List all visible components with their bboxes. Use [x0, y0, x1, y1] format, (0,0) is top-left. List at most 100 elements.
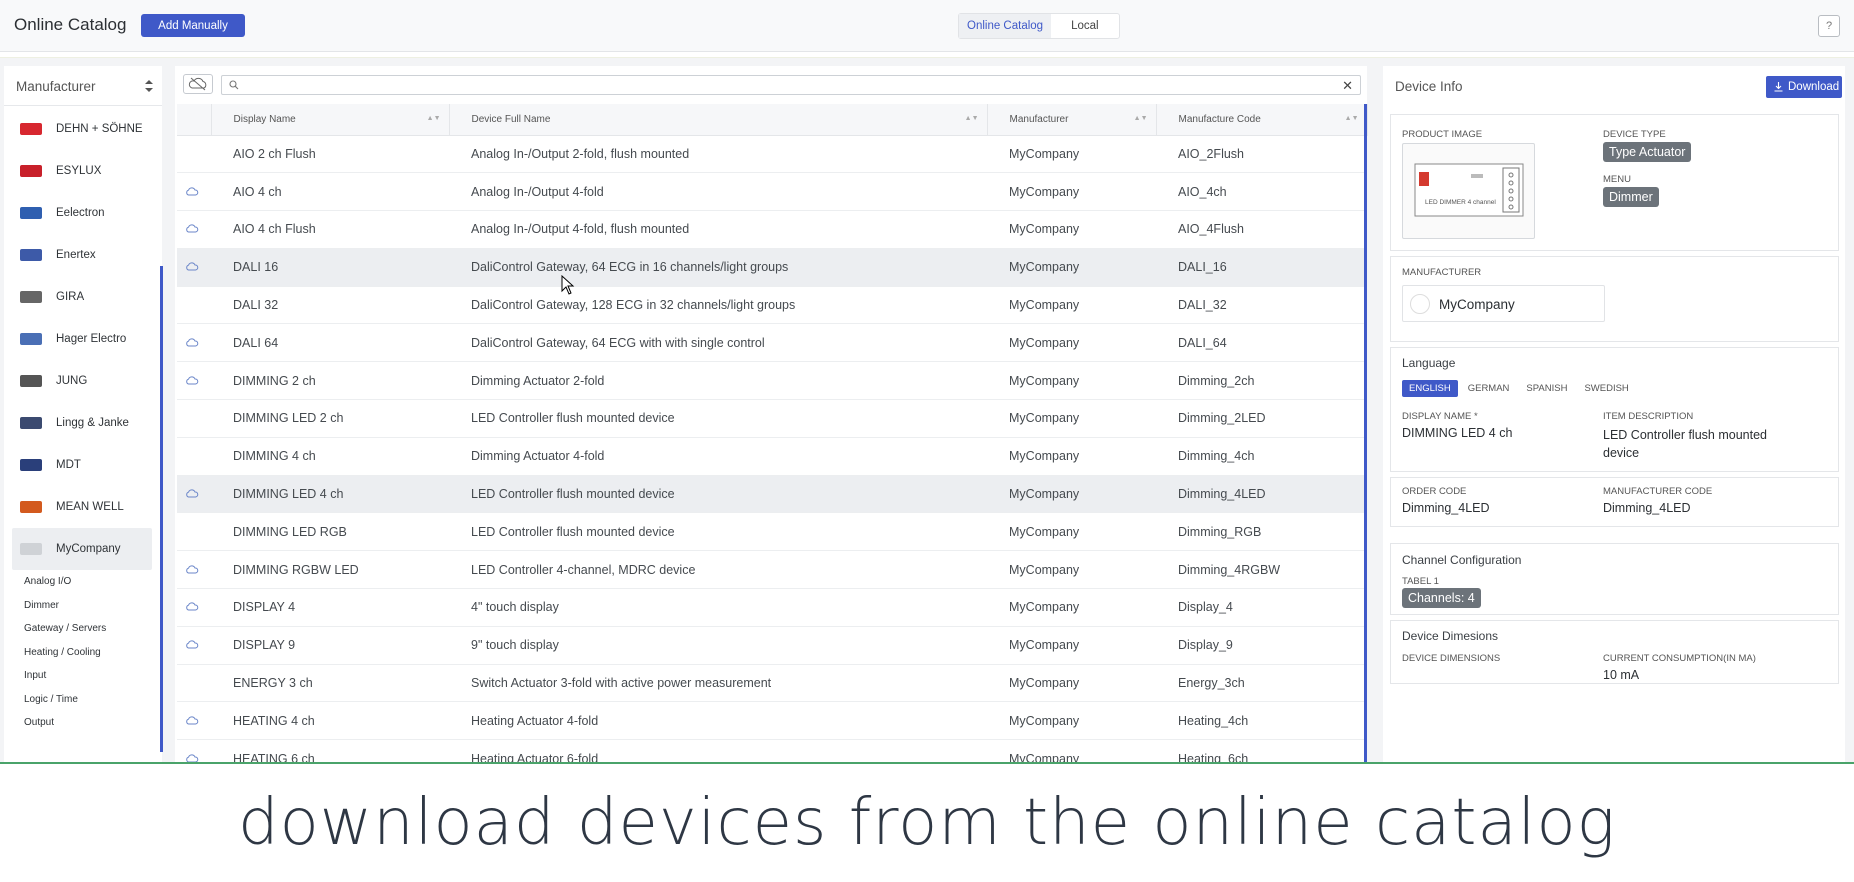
category-item[interactable]: Logic / Time	[24, 688, 162, 712]
table-row[interactable]: DIMMING 4 ch Dimming Actuator 4-fold MyCom…	[177, 437, 1367, 476]
dimensions-label: Device Dimensions	[1402, 653, 1501, 664]
download-button[interactable]: Download	[1766, 76, 1842, 98]
language-card: Language ENGLISH GERMAN SPANISH SWEDISH Dis…	[1390, 347, 1839, 472]
cloud-icon	[185, 336, 199, 350]
category-item[interactable]: Gateway / Servers	[24, 617, 162, 641]
manufacturer-code-label: Manufacturer Code	[1603, 486, 1713, 497]
code-cell: AIO_4ch	[1156, 172, 1367, 212]
item-description-value[interactable]: LED Controller flush mounted device	[1603, 426, 1793, 462]
display-name-cell: DALI 32	[211, 286, 449, 325]
table-row[interactable]: DALI 16 DaliControl Gateway, 64 ECG in 16…	[177, 248, 1367, 287]
table-row[interactable]: AIO 4 ch Flush Analog In-/Output 4-fold, …	[177, 210, 1367, 249]
sort-icon: ▲▼	[1344, 115, 1359, 122]
help-button[interactable]: ?	[1818, 15, 1840, 37]
sidebar-item-manufacturer[interactable]: MDT	[4, 444, 162, 486]
manufacturer-cell: MyCompany	[987, 248, 1156, 287]
sidebar-item-label: Enertex	[56, 249, 96, 261]
full-name-cell: LED Controller flush mounted device	[449, 399, 987, 438]
cloud-icon	[185, 374, 199, 388]
cloud-icon	[185, 185, 199, 199]
manufacturer-cell: MyCompany	[987, 437, 1156, 476]
sidebar-item-manufacturer[interactable]: Lingg & Janke	[4, 402, 162, 444]
search-icon	[229, 80, 239, 90]
sidebar-item-manufacturer[interactable]: GIRA	[4, 276, 162, 318]
cloud-icon	[185, 487, 199, 501]
sidebar-item-manufacturer[interactable]: MyCompany	[12, 528, 152, 570]
display-name-cell: DISPLAY 9	[211, 626, 449, 665]
sidebar-item-label: Lingg & Janke	[56, 417, 129, 429]
table-row[interactable]: DIMMING 2 ch Dimming Actuator 2-fold MyCom…	[177, 361, 1367, 401]
table-row[interactable]: DALI 64 DaliControl Gateway, 64 ECG with …	[177, 323, 1367, 363]
sidebar-item-manufacturer[interactable]: Eelectron	[4, 192, 162, 234]
table-row[interactable]: DISPLAY 9 9" touch display MyCompany Displa…	[177, 626, 1367, 665]
manufacturer-logo-icon	[20, 333, 42, 345]
column-header-full-name[interactable]: Device Full Name ▲▼	[449, 104, 988, 136]
tab-language[interactable]: GERMAN	[1461, 380, 1517, 397]
table-row[interactable]: DISPLAY 4 4" touch display MyCompany Displa…	[177, 588, 1367, 627]
column-header-manufacture-code[interactable]: Manufacture Code ▲▼	[1156, 104, 1368, 136]
category-item[interactable]: Analog I/O	[24, 570, 162, 594]
category-item[interactable]: Dimmer	[24, 594, 162, 618]
column-label: Display Name	[233, 113, 296, 125]
code-cell: Energy_3ch	[1156, 664, 1367, 703]
tab-online-catalog[interactable]: Online Catalog	[959, 14, 1052, 38]
manufacturer-name: MyCompany	[1439, 297, 1515, 312]
manufacturer-chip: MyCompany	[1402, 285, 1605, 322]
sidebar-item-manufacturer[interactable]: MEAN WELL	[4, 486, 162, 528]
search-input[interactable]	[244, 77, 1344, 95]
tab-language[interactable]: ENGLISH	[1402, 380, 1458, 397]
sort-icon[interactable]	[144, 78, 154, 94]
consumption-label: Current Consumption(in mA)	[1603, 653, 1756, 664]
display-name-cell: DIMMING 4 ch	[211, 437, 449, 476]
tab-local[interactable]: Local	[1051, 14, 1119, 38]
cloud-icon	[185, 260, 199, 274]
table-row[interactable]: AIO 4 ch Analog In-/Output 4-fold MyCompan…	[177, 172, 1367, 212]
table-row[interactable]: HEATING 6 ch Heating Actuator 6-fold MyCom…	[177, 739, 1367, 762]
table-row[interactable]: DIMMING LED 2 ch LED Controller flush mou…	[177, 399, 1367, 438]
sidebar-item-manufacturer[interactable]: Hager Electro	[4, 318, 162, 360]
category-item[interactable]: Output	[24, 711, 162, 735]
category-item[interactable]: Heating / Cooling	[24, 641, 162, 665]
table-row[interactable]: DIMMING LED RGB LED Controller flush moun…	[177, 512, 1367, 552]
table-row[interactable]: DALI 32 DaliControl Gateway, 128 ECG in 3…	[177, 286, 1367, 325]
device-thumbnail-icon	[1414, 163, 1524, 217]
display-name-value[interactable]: DIMMING LED 4 ch	[1402, 426, 1512, 440]
cloud-icon	[185, 563, 199, 577]
code-cell: DALI_32	[1156, 286, 1367, 325]
code-cell: AIO_2Flush	[1156, 135, 1367, 174]
sidebar-item-manufacturer[interactable]: Enertex	[4, 234, 162, 276]
add-manually-button[interactable]: Add Manually	[141, 14, 245, 37]
tab-language[interactable]: SWEDISH	[1577, 380, 1635, 397]
table-row[interactable]: DIMMING RGBW LED LED Controller 4-channel…	[177, 550, 1367, 590]
manufacturer-cell: MyCompany	[987, 664, 1156, 703]
sidebar-item-manufacturer[interactable]: ESYLUX	[4, 150, 162, 192]
table-row[interactable]: HEATING 4 ch Heating Actuator 4-fold MyCom…	[177, 701, 1367, 741]
sidebar-item-label: Eelectron	[56, 207, 105, 219]
manufacturer-cell: MyCompany	[987, 626, 1156, 665]
manufacturer-cell: MyCompany	[987, 512, 1156, 552]
table-row[interactable]: ENERGY 3 ch Switch Actuator 3-fold with a…	[177, 664, 1367, 703]
sidebar-scrollbar[interactable]	[160, 266, 163, 752]
tab-language[interactable]: SPANISH	[1519, 380, 1574, 397]
product-image-label: Product Image	[1402, 129, 1483, 140]
cloud-icon	[185, 600, 199, 614]
search-field[interactable]: ✕	[221, 75, 1361, 95]
table-row[interactable]: AIO 2 ch Flush Analog In-/Output 2-fold, …	[177, 135, 1367, 174]
column-header-manufacturer[interactable]: Manufacturer ▲▼	[987, 104, 1157, 136]
column-header-display-name[interactable]: Display Name ▲▼	[211, 104, 450, 136]
code-cell: Dimming_4LED	[1156, 475, 1367, 514]
table-scrollbar[interactable]	[1364, 104, 1367, 762]
full-name-cell: DaliControl Gateway, 64 ECG with with si…	[449, 323, 987, 363]
dimensions-card: Device Dimesions Device Dimensions Curre…	[1390, 620, 1839, 684]
product-image: LED DIMMER 4 channel	[1402, 143, 1535, 239]
sidebar-item-manufacturer[interactable]: JUNG	[4, 360, 162, 402]
table-row[interactable]: DIMMING LED 4 ch LED Controller flush mou…	[177, 475, 1367, 514]
close-icon[interactable]: ✕	[1342, 78, 1353, 94]
category-item[interactable]: Input	[24, 664, 162, 688]
cloud-filter-button[interactable]	[183, 74, 213, 94]
code-cell: DALI_16	[1156, 248, 1367, 287]
sidebar-item-manufacturer[interactable]: DEHN + SÖHNE	[4, 108, 162, 150]
manufacturer-cell: MyCompany	[987, 210, 1156, 249]
table-header-row: Display Name ▲▼ Device Full Name ▲▼ Manufa…	[177, 104, 1368, 136]
manufacturer-cell: MyCompany	[987, 361, 1156, 401]
